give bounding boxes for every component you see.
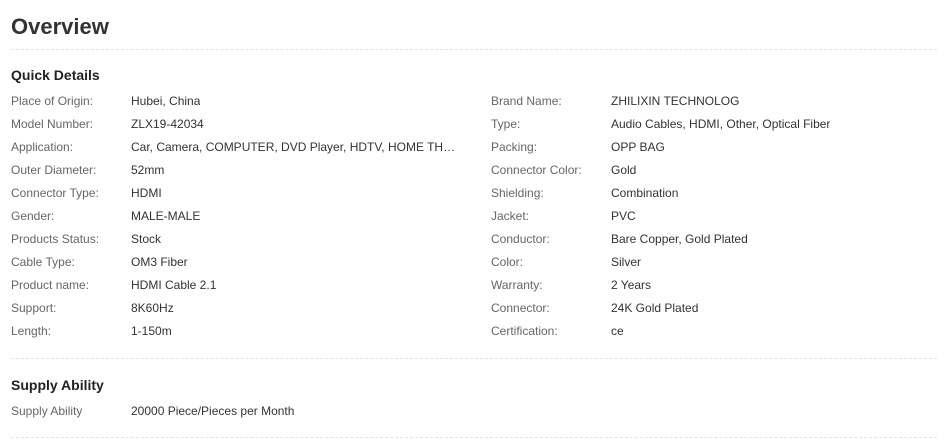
- detail-row: Product name: HDMI Cable 2.1: [11, 277, 471, 293]
- detail-label: Support:: [11, 301, 57, 315]
- detail-row: Place of Origin: Hubei, China: [11, 93, 471, 109]
- detail-label: Shielding:: [491, 186, 544, 200]
- detail-value: HDMI: [131, 186, 162, 200]
- detail-value: 8K60Hz: [131, 301, 174, 315]
- detail-value: OPP BAG: [611, 140, 665, 154]
- detail-label: Place of Origin:: [11, 94, 94, 108]
- detail-label: Gender:: [11, 209, 55, 223]
- detail-value: Gold: [611, 163, 637, 177]
- detail-value: Stock: [131, 232, 162, 246]
- detail-value: ZLX19-42034: [131, 117, 204, 131]
- detail-label: Color:: [491, 255, 524, 269]
- detail-row: Shielding: Combination: [491, 185, 931, 201]
- detail-value: 52mm: [131, 163, 165, 177]
- detail-value: OM3 Fiber: [131, 255, 188, 269]
- page-title: Overview: [11, 14, 109, 39]
- detail-value: Audio Cables, HDMI, Other, Optical Fiber: [611, 117, 831, 131]
- quick-details-heading: Quick Details: [11, 67, 100, 83]
- detail-label: Model Number:: [11, 117, 94, 131]
- detail-value: MALE-MALE: [131, 209, 201, 223]
- detail-label: Certification:: [491, 324, 558, 338]
- detail-label: Cable Type:: [11, 255, 75, 269]
- detail-label: Brand Name:: [491, 94, 562, 108]
- detail-value: Silver: [611, 255, 642, 269]
- detail-value: HDMI Cable 2.1: [131, 278, 217, 292]
- detail-label: Connector Color:: [491, 163, 582, 177]
- quick-details-divider: [11, 358, 937, 359]
- detail-row: Color: Silver: [491, 254, 931, 270]
- detail-row: Jacket: PVC: [491, 208, 931, 224]
- detail-row: Warranty: 2 Years: [491, 277, 931, 293]
- supply-row: Supply Ability 20000 Piece/Pieces per Mon…: [11, 403, 471, 419]
- detail-row: Outer Diameter: 52mm: [11, 162, 471, 178]
- detail-value: ZHILIXIN TECHNOLOG: [611, 94, 740, 108]
- detail-row: Connector Color: Gold: [491, 162, 931, 178]
- detail-label: Application:: [11, 140, 74, 154]
- detail-value: 1-150m: [131, 324, 172, 338]
- detail-label: Outer Diameter:: [11, 163, 97, 177]
- supply-label: Supply Ability: [11, 404, 83, 418]
- detail-value: 2 Years: [611, 278, 652, 292]
- detail-value: Car, Camera, COMPUTER, DVD Player, HDTV,…: [131, 140, 461, 154]
- detail-row: Certification: ce: [491, 323, 931, 339]
- detail-label: Warranty:: [491, 278, 543, 292]
- detail-row: Packing: OPP BAG: [491, 139, 931, 155]
- detail-label: Length:: [11, 324, 52, 338]
- detail-value: Combination: [611, 186, 679, 200]
- supply-ability-heading: Supply Ability: [11, 377, 104, 393]
- detail-value: Bare Copper, Gold Plated: [611, 232, 748, 246]
- detail-row: Application: Car, Camera, COMPUTER, DVD P…: [11, 139, 471, 155]
- detail-row: Model Number: ZLX19-42034: [11, 116, 471, 132]
- title-divider: [11, 49, 937, 50]
- detail-label: Packing:: [491, 140, 538, 154]
- detail-row: Connector: 24K Gold Plated: [491, 300, 931, 316]
- detail-row: Type: Audio Cables, HDMI, Other, Optical …: [491, 116, 931, 132]
- supply-value: 20000 Piece/Pieces per Month: [131, 404, 295, 418]
- detail-label: Products Status:: [11, 232, 100, 246]
- detail-row: Products Status: Stock: [11, 231, 471, 247]
- detail-label: Jacket:: [491, 209, 530, 223]
- detail-row: Gender: MALE-MALE: [11, 208, 471, 224]
- detail-row: Support: 8K60Hz: [11, 300, 471, 316]
- supply-ability-divider: [11, 437, 937, 438]
- detail-label: Connector Type:: [11, 186, 99, 200]
- detail-value: ce: [611, 324, 624, 338]
- detail-row: Connector Type: HDMI: [11, 185, 471, 201]
- detail-label: Type:: [491, 117, 521, 131]
- detail-row: Cable Type: OM3 Fiber: [11, 254, 471, 270]
- detail-label: Product name:: [11, 278, 90, 292]
- detail-value: Hubei, China: [131, 94, 201, 108]
- detail-row: Length: 1-150m: [11, 323, 471, 339]
- detail-row: Conductor: Bare Copper, Gold Plated: [491, 231, 931, 247]
- detail-row: Brand Name: ZHILIXIN TECHNOLOG: [491, 93, 931, 109]
- detail-value: PVC: [611, 209, 636, 223]
- detail-value: 24K Gold Plated: [611, 301, 699, 315]
- detail-label: Connector:: [491, 301, 550, 315]
- detail-label: Conductor:: [491, 232, 550, 246]
